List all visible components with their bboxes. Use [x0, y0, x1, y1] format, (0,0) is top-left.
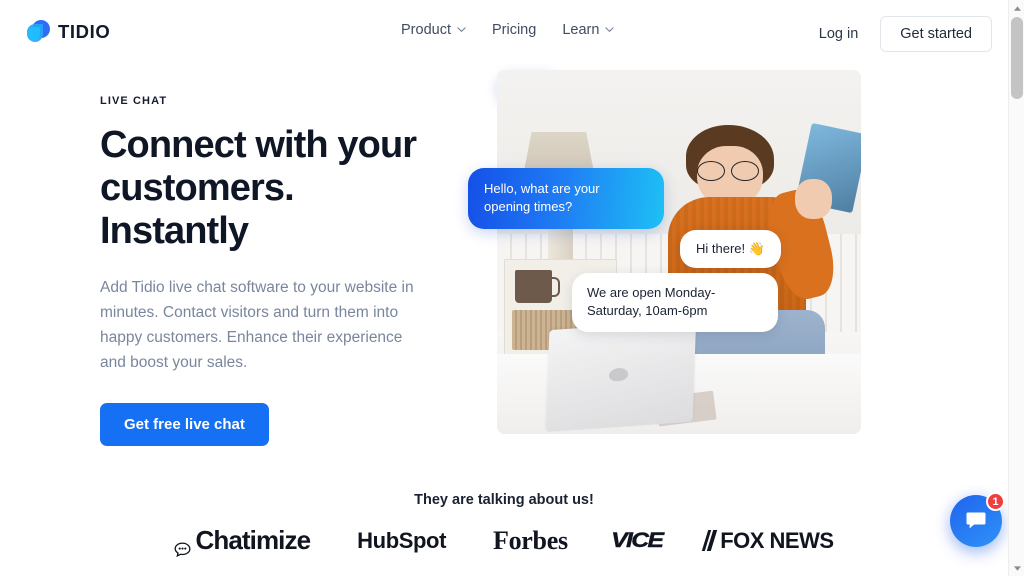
- vertical-scrollbar[interactable]: [1008, 0, 1024, 576]
- chat-bubble-icon: [966, 512, 986, 529]
- chevron-down-icon: [457, 25, 466, 34]
- hero-photo: [497, 70, 861, 434]
- logo-vice: VICE: [610, 528, 664, 553]
- get-free-live-chat-button[interactable]: Get free live chat: [100, 403, 269, 447]
- chat-bubble-incoming: Hello, what are your opening times?: [468, 168, 664, 229]
- press-logos: Chatimize HubSpot Forbes VICE FOX NEWS: [0, 525, 1008, 558]
- logo-hubspot: HubSpot: [357, 528, 446, 554]
- hero-media: Hello, what are your opening times? Hi t…: [468, 70, 861, 434]
- nav-item-label: Product: [401, 22, 451, 38]
- coffee-mug: [515, 270, 561, 303]
- hero-eyebrow: LIVE CHAT: [100, 95, 168, 107]
- page-root: TIDIO Product Pricing Learn Log in Get s…: [0, 0, 1024, 576]
- unread-badge: 1: [986, 492, 1005, 511]
- hero-content: LIVE CHAT Connect with your customers. I…: [100, 95, 440, 447]
- logo-label: FOX NEWS: [720, 527, 834, 553]
- page-title: Connect with your customers. Instantly: [100, 124, 417, 252]
- eyeglasses: [697, 161, 760, 182]
- logo-label: Chatimize: [195, 525, 311, 555]
- chat-widget[interactable]: 1: [938, 483, 1008, 559]
- nav-item-pricing[interactable]: Pricing: [492, 22, 536, 38]
- get-started-button[interactable]: Get started: [880, 16, 992, 52]
- scroll-down-arrow[interactable]: [1009, 560, 1024, 576]
- hero-description: Add Tidio live chat software to your web…: [100, 278, 414, 372]
- logo-fox-news: FOX NEWS: [705, 527, 834, 554]
- logo-label: VICE: [610, 528, 664, 552]
- nav-item-learn[interactable]: Learn: [562, 22, 615, 38]
- scrollbar-thumb[interactable]: [1011, 17, 1023, 99]
- nav-item-label: Learn: [562, 22, 600, 38]
- browser-viewport: TIDIO Product Pricing Learn Log in Get s…: [0, 0, 1008, 576]
- logo-forbes: Forbes: [493, 526, 568, 556]
- nav-item-label: Pricing: [491, 22, 537, 38]
- tidio-logo-icon: [27, 20, 50, 43]
- scroll-up-arrow[interactable]: [1009, 0, 1024, 16]
- login-link[interactable]: Log in: [811, 20, 867, 48]
- logo-label: HubSpot: [357, 527, 447, 553]
- nav-item-product[interactable]: Product: [401, 22, 466, 38]
- chat-bubble-hours: We are open Monday-Saturday, 10am-6pm: [572, 273, 778, 332]
- logo-chatimize: Chatimize: [174, 525, 311, 558]
- logo-label: Forbes: [493, 525, 568, 555]
- main-navigation: Product Pricing Learn: [401, 22, 615, 38]
- social-proof-title: They are talking about us!: [414, 492, 594, 508]
- laptop: [545, 319, 696, 432]
- chat-bubble-greeting: Hi there! 👋: [680, 230, 781, 269]
- header-actions: Log in Get started: [811, 16, 992, 52]
- hand: [795, 179, 832, 220]
- brand-logo[interactable]: TIDIO: [27, 20, 110, 43]
- speech-bubble-icon: [174, 533, 191, 558]
- chevron-down-icon: [605, 25, 615, 34]
- site-header: TIDIO Product Pricing Learn Log in Get s…: [0, 0, 1008, 62]
- fox-slash-icon: [705, 530, 718, 551]
- brand-name: TIDIO: [58, 20, 111, 42]
